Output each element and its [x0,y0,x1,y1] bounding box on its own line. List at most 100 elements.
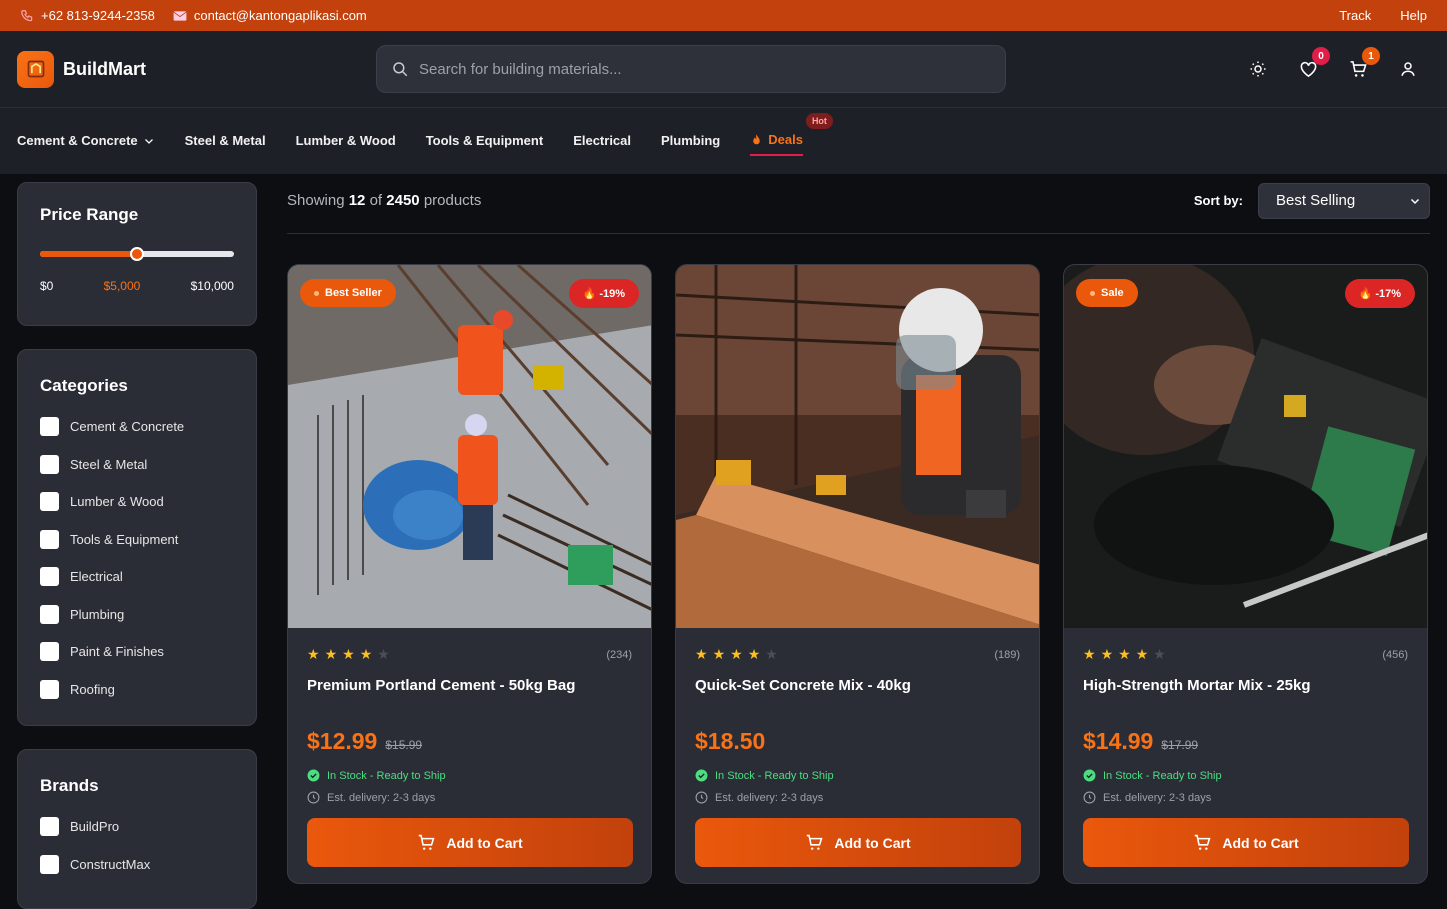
product-price: $18.50 [695,728,766,754]
add-to-cart-button[interactable]: Add to Cart [307,818,633,867]
phone-text: +62 813-9244-2358 [41,8,155,23]
product-price: $14.99 [1083,728,1154,754]
star-icon: ★ [730,646,743,662]
brand-filter[interactable]: ConstructMax [40,846,234,884]
checkbox[interactable] [40,529,59,549]
product-image[interactable] [676,265,1039,628]
product-name[interactable]: Quick-Set Concrete Mix - 40kg [695,677,1020,694]
category-filter-label: Roofing [70,681,115,697]
category-filter[interactable]: Tools & Equipment [40,521,234,559]
nav-deals[interactable]: Deals Hot [750,112,833,156]
tag-label: Best Seller [325,287,382,299]
email-contact[interactable]: contact@kantongaplikasi.com [173,8,367,23]
price-slider[interactable] [40,247,234,261]
nav-lumber-wood[interactable]: Lumber & Wood [296,126,396,156]
results-toolbar: Showing 12 of 2450 products Sort by: Bes… [287,182,1430,234]
brand-filter[interactable]: BuildPro [40,808,234,846]
results-count: Showing 12 of 2450 products [287,192,481,209]
nav-steel-metal[interactable]: Steel & Metal [185,126,266,156]
mail-icon [173,10,187,21]
slider-handle[interactable] [130,247,144,261]
search-input[interactable] [419,60,979,78]
category-filter[interactable]: Plumbing [40,596,234,634]
wishlist-button[interactable]: 0 [1298,47,1330,79]
star-icon: ★ [1118,646,1131,662]
stock-status: In Stock - Ready to Ship [1083,769,1408,782]
checkbox[interactable] [40,642,59,662]
header: BuildMart 0 1 Cement & Concrete [0,31,1447,174]
category-filter[interactable]: Paint & Finishes [40,633,234,671]
product-name[interactable]: Premium Portland Cement - 50kg Bag [307,677,632,694]
slider-fill [40,251,137,257]
cart-button[interactable]: 1 [1348,47,1380,79]
products-label: products [423,192,482,209]
cart-count-badge: 1 [1362,47,1380,65]
delivery-estimate: Est. delivery: 2-3 days [307,791,632,804]
product-image[interactable]: Best Seller 🔥 -19% [288,265,651,628]
nav-label: Steel & Metal [184,133,266,148]
sort-label: Sort by: [1193,193,1243,208]
nav-label: Tools & Equipment [425,133,544,148]
star-icon: ★ [1100,646,1114,662]
category-filter-label: Paint & Finishes [70,644,164,660]
star-icon: ★ [1135,646,1149,662]
checkbox[interactable] [40,604,59,624]
product-card[interactable]: Sale 🔥 -17% ★ ★ ★ ★ ★ (456) High-Strength Mo… [1063,264,1428,884]
category-filter[interactable]: Steel & Metal [40,446,234,484]
email-text: contact@kantongaplikasi.com [193,8,367,23]
nav-label: Deals [768,132,803,147]
category-filter[interactable]: Lumber & Wood [40,483,234,521]
star-rating: ★ ★ ★ ★ ★ [1083,646,1166,663]
star-icon: ★ [359,646,373,662]
product-name[interactable]: High-Strength Mortar Mix - 25kg [1083,677,1408,694]
total-count: 2450 [386,192,420,209]
phone-contact[interactable]: +62 813-9244-2358 [20,8,155,23]
category-filter-label: Steel & Metal [70,456,148,472]
category-filter[interactable]: Cement & Concrete [40,408,234,446]
brand-logo[interactable]: BuildMart [17,50,146,88]
cart-icon [1195,834,1211,850]
sort-select[interactable]: Best Selling [1258,182,1430,219]
product-image[interactable]: Sale 🔥 -17% [1064,265,1427,628]
checkbox[interactable] [40,417,59,437]
star-rating: ★ ★ ★ ★ ★ [695,646,778,663]
sun-icon [1250,61,1266,77]
fire-icon: 🔥 [582,288,600,300]
stock-status: In Stock - Ready to Ship [695,769,1020,782]
category-filter[interactable]: Electrical [40,558,234,596]
search-bar[interactable] [376,45,1006,93]
delivery-text: Est. delivery: 2-3 days [715,791,824,804]
account-button[interactable] [1398,59,1418,79]
star-icon: ★ [695,646,708,662]
stock-text: In Stock - Ready to Ship [715,769,834,782]
categories-panel: Categories Cement & Concrete Steel & Meta… [17,349,257,726]
checkbox[interactable] [40,854,59,874]
checkbox[interactable] [40,492,59,512]
track-link[interactable]: Track [1339,8,1371,23]
price-range-panel: Price Range $0 $5,000 $10,000 [17,182,257,326]
product-price: $12.99 [307,728,378,754]
theme-toggle-button[interactable] [1248,59,1268,79]
button-label: Add to Cart [834,834,911,851]
product-card[interactable]: ★ ★ ★ ★ ★ (189) Quick-Set Concrete Mix - 40k… [675,264,1040,884]
category-filter[interactable]: Roofing [40,671,234,709]
nav-cement-concrete[interactable]: Cement & Concrete [17,126,155,156]
checkbox[interactable] [40,567,59,587]
nav-tools-equipment[interactable]: Tools & Equipment [426,126,543,156]
star-icon: ★ [307,646,320,662]
add-to-cart-button[interactable]: Add to Cart [1083,818,1409,867]
star-icon: ★ [1083,646,1096,662]
nav-plumbing[interactable]: Plumbing [661,126,720,156]
nav-electrical[interactable]: Electrical [573,126,631,156]
product-tag-badge: Best Seller [300,279,396,307]
of-label: of [369,192,383,209]
fire-icon [753,133,760,144]
product-card[interactable]: Best Seller 🔥 -19% ★ ★ ★ ★ ★ (234) Premium P… [287,264,652,884]
add-to-cart-button[interactable]: Add to Cart [695,818,1021,867]
checkbox[interactable] [40,679,59,699]
help-link[interactable]: Help [1400,8,1427,23]
button-label: Add to Cart [446,834,523,851]
checkbox[interactable] [40,817,59,837]
checkbox[interactable] [40,454,59,474]
star-icon: ★ [342,646,355,662]
